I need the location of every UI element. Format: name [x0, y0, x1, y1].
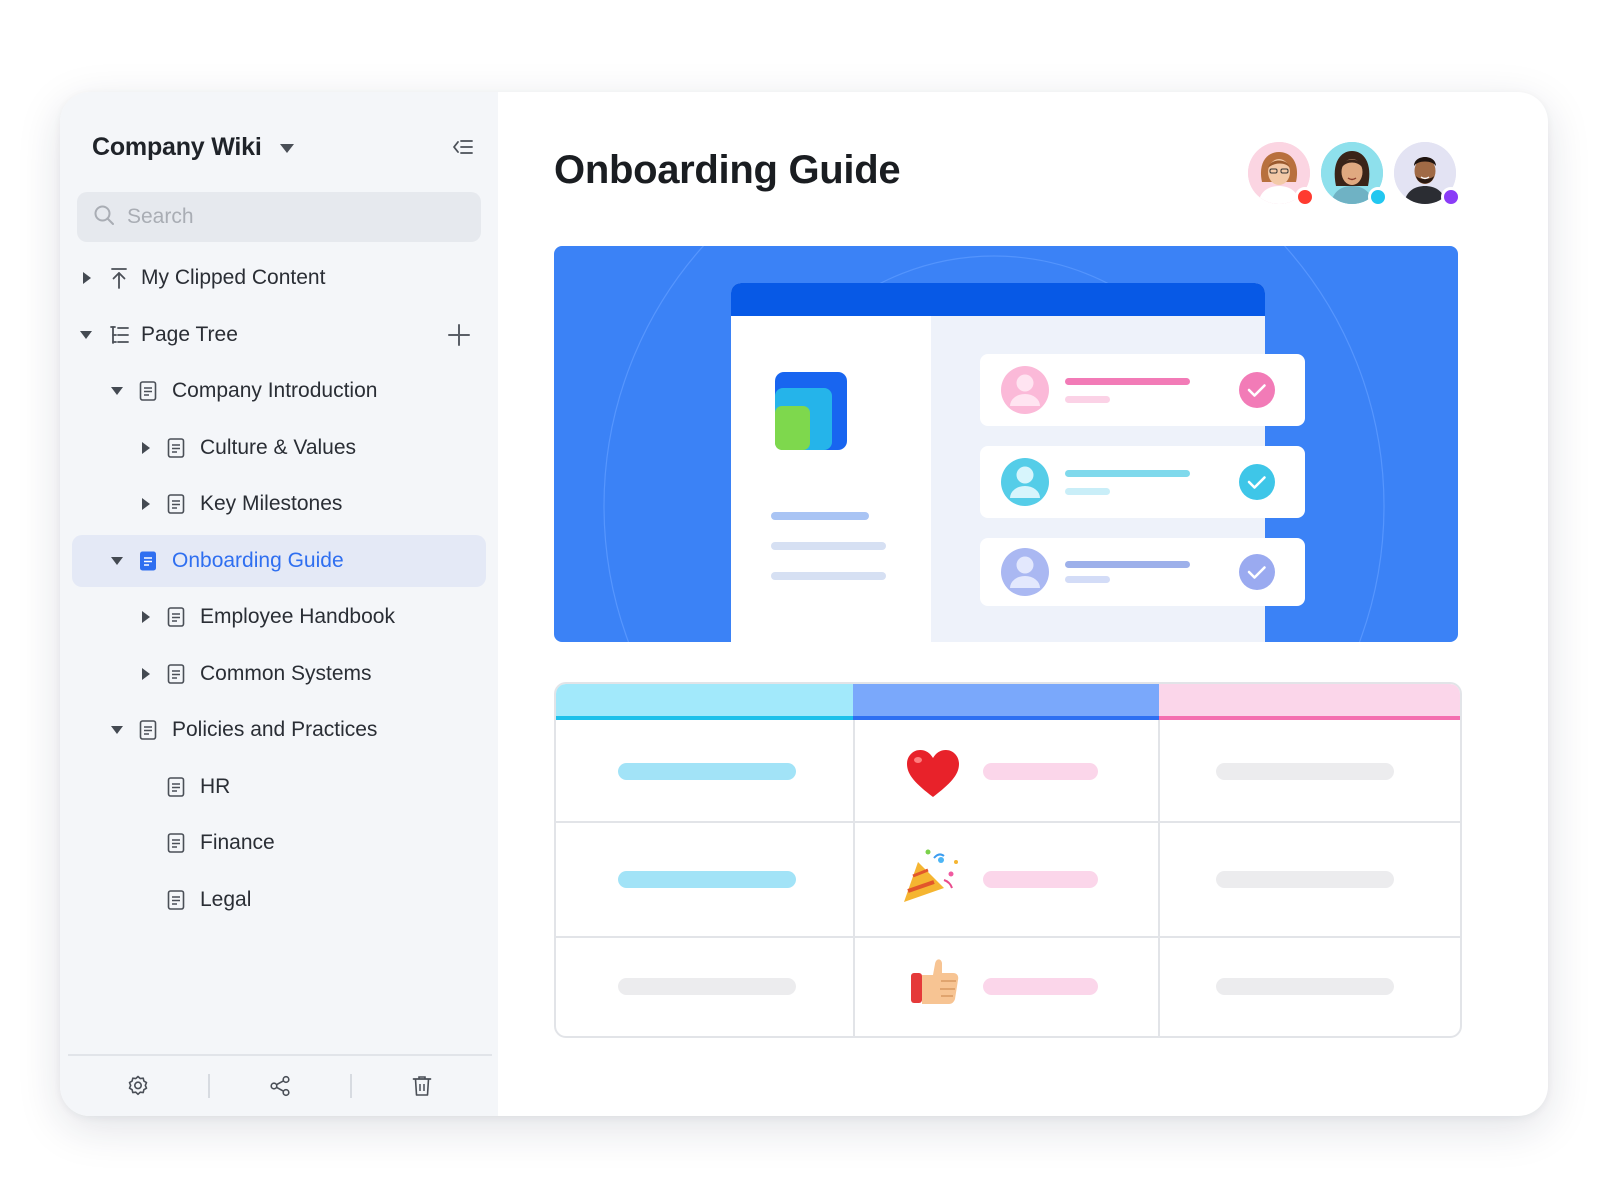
status-dot — [1368, 187, 1388, 207]
tree-item-label: Policies and Practices — [172, 718, 378, 741]
expand-arrow-icon[interactable] — [142, 441, 150, 454]
expand-arrow-icon[interactable] — [83, 272, 91, 284]
tree-list-icon — [108, 324, 130, 346]
sidebar: Company Wiki Search My Clipped Content P… — [60, 92, 498, 1116]
status-dot — [1441, 187, 1461, 207]
app-window: Company Wiki Search My Clipped Content P… — [60, 92, 1548, 1116]
sidebar-footer — [68, 1054, 492, 1116]
tree-item-label: Common Systems — [200, 661, 372, 685]
tree-item-label: Company Introduction — [172, 379, 378, 402]
search-box[interactable] — [77, 192, 481, 242]
tree-item-label: HR — [200, 774, 231, 798]
tree-item-label: Legal — [200, 887, 252, 911]
page-title: Onboarding Guide — [554, 148, 901, 192]
document-icon — [165, 663, 187, 685]
document-icon — [165, 493, 187, 515]
tree-item-page-tree[interactable]: Page Tree — [72, 309, 486, 361]
tree-item-culture-values[interactable]: Culture & Values — [72, 422, 486, 474]
hero-illustration — [554, 246, 1458, 642]
workspace-title[interactable]: Company Wiki — [92, 133, 262, 162]
collapse-arrow-icon[interactable] — [111, 556, 123, 565]
avatar[interactable] — [1248, 142, 1315, 207]
tree-item-label: Onboarding Guide — [172, 548, 344, 572]
search-input[interactable] — [127, 205, 447, 229]
document-icon — [165, 889, 187, 911]
party-popper-emoji — [904, 849, 958, 902]
tree-item-key-milestones[interactable]: Key Milestones — [72, 478, 486, 530]
collapse-sidebar-icon[interactable] — [450, 134, 476, 160]
tree-item-common-systems[interactable]: Common Systems — [72, 648, 486, 700]
tree-item-hr[interactable]: HR — [72, 761, 486, 813]
tree-item-onboarding-guide[interactable]: Onboarding Guide — [72, 534, 486, 587]
tree-item-label: Key Milestones — [200, 492, 343, 515]
settings-icon[interactable] — [68, 1074, 208, 1098]
collapse-arrow-icon[interactable] — [80, 330, 92, 339]
search-icon — [93, 204, 115, 231]
workspace-header: Company Wiki — [92, 122, 476, 172]
avatar[interactable] — [1321, 142, 1388, 207]
add-page-icon[interactable] — [446, 322, 472, 348]
expand-arrow-icon[interactable] — [142, 498, 150, 510]
document-icon — [165, 437, 187, 459]
share-icon[interactable] — [210, 1074, 350, 1098]
tree-item-legal[interactable]: Legal — [72, 874, 486, 926]
collapse-arrow-icon[interactable] — [111, 726, 123, 734]
clip-upload-icon — [108, 267, 130, 289]
collapse-arrow-icon[interactable] — [111, 387, 123, 395]
main-content: Onboarding Guide — [498, 92, 1548, 1116]
tree-item-company-introduction[interactable]: Company Introduction — [72, 365, 486, 417]
tree-item-label: Culture & Values — [200, 435, 357, 459]
expand-arrow-icon[interactable] — [142, 611, 150, 623]
thumbs-up-emoji — [911, 959, 959, 1004]
tree-item-label: My Clipped Content — [141, 266, 326, 289]
expand-arrow-icon[interactable] — [142, 667, 150, 680]
avatar[interactable] — [1394, 142, 1461, 207]
document-icon — [165, 606, 187, 628]
document-icon — [165, 832, 187, 854]
tree-item-employee-handbook[interactable]: Employee Handbook — [72, 591, 486, 643]
tree-item-finance[interactable]: Finance — [72, 817, 486, 869]
collaborator-avatars — [1248, 142, 1468, 212]
document-icon — [137, 550, 159, 572]
page-tree: My Clipped Content Page Tree Company Int… — [72, 252, 486, 930]
tree-item-my-clipped-content[interactable]: My Clipped Content — [72, 252, 486, 304]
tree-item-label: Finance — [200, 831, 275, 854]
tree-item-policies-and-practices[interactable]: Policies and Practices — [72, 704, 486, 756]
document-icon — [165, 776, 187, 798]
status-dot — [1295, 187, 1315, 207]
table-illustration — [554, 682, 1462, 1038]
workspace-dropdown-icon[interactable] — [279, 143, 294, 153]
tree-item-label: Page Tree — [141, 322, 238, 346]
document-icon — [137, 719, 159, 741]
tree-item-label: Employee Handbook — [200, 605, 395, 628]
trash-icon[interactable] — [352, 1074, 492, 1098]
heart-emoji — [907, 750, 959, 797]
document-icon — [137, 380, 159, 402]
